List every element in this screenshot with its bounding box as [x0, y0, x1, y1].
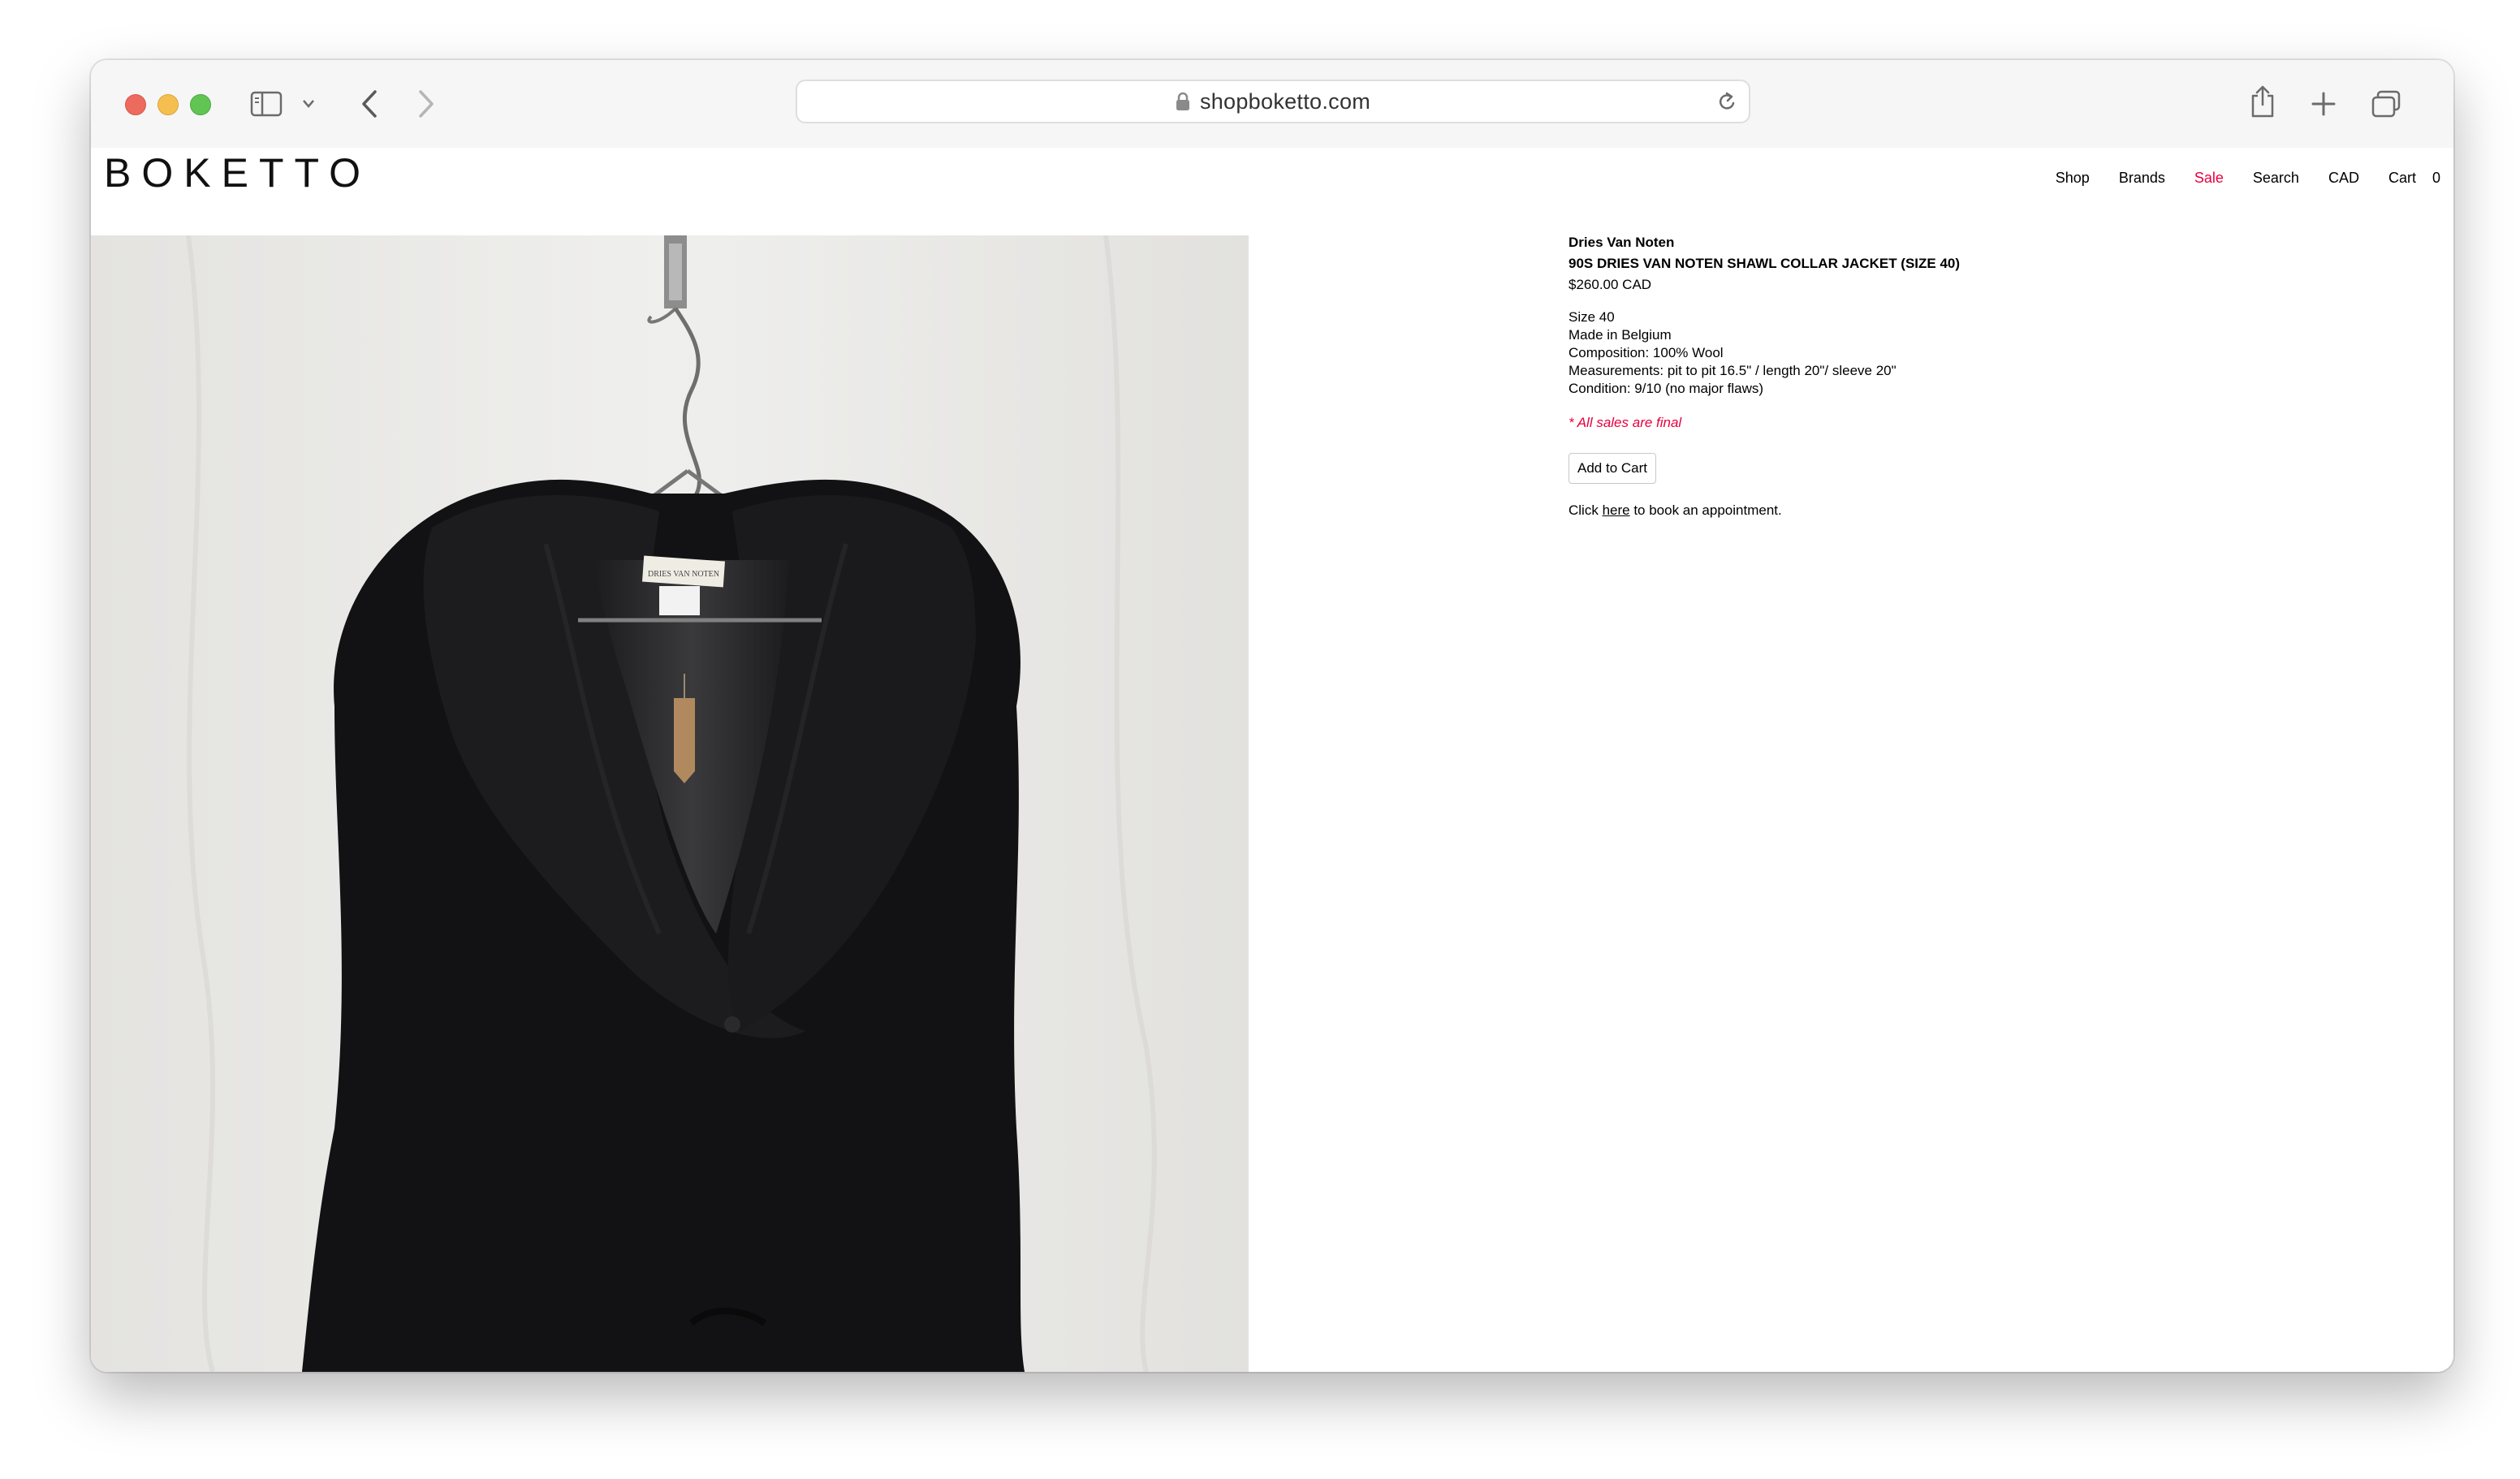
product-brand[interactable]: Dries Van Noten	[1569, 234, 2299, 252]
final-sale-notice: * All sales are final	[1569, 415, 1682, 430]
nav-sale[interactable]: Sale	[2194, 170, 2224, 187]
garment-label-text: DRIES VAN NOTEN	[648, 570, 719, 579]
nav-search[interactable]: Search	[2253, 170, 2299, 187]
product-info: Dries Van Noten 90S DRIES VAN NOTEN SHAW…	[1569, 234, 2299, 520]
close-window-button[interactable]	[125, 94, 146, 115]
jacket-photo: DRIES VAN NOTEN	[91, 235, 1249, 1372]
forward-arrow-icon[interactable]	[416, 89, 437, 119]
product-image[interactable]: DRIES VAN NOTEN	[91, 235, 1249, 1372]
detail-condition: Condition: 9/10 (no major flaws)	[1569, 381, 1764, 396]
detail-size: Size 40	[1569, 309, 1615, 325]
appointment-prefix: Click	[1569, 502, 1603, 518]
chevron-down-icon[interactable]	[302, 99, 315, 109]
appointment-link[interactable]: here	[1603, 502, 1630, 518]
site-logo[interactable]: BOKETTO	[104, 153, 371, 193]
cart-count: 0	[2432, 169, 2440, 186]
nav-cart[interactable]: Cart	[2388, 170, 2416, 187]
url-text: shopboketto.com	[1199, 88, 1371, 114]
product-details: Size 40 Made in Belgium Composition: 100…	[1569, 308, 2299, 398]
browser-toolbar: shopboketto.com	[91, 60, 2453, 149]
tab-overview-icon[interactable]	[2371, 89, 2401, 119]
nav-brands[interactable]: Brands	[2119, 170, 2165, 187]
appointment-suffix: to book an appointment.	[1629, 502, 1782, 518]
back-arrow-icon[interactable]	[359, 89, 380, 119]
zoom-window-button[interactable]	[190, 94, 211, 115]
detail-measurements: Measurements: pit to pit 16.5" / length …	[1569, 363, 1896, 378]
nav-currency[interactable]: CAD	[2328, 170, 2359, 187]
product-title: 90S DRIES VAN NOTEN SHAWL COLLAR JACKET …	[1569, 256, 1961, 271]
web-page: BOKETTO Shop Brands Sale Search CAD Cart…	[91, 148, 2453, 1372]
share-icon[interactable]	[2249, 84, 2276, 119]
detail-composition: Composition: 100% Wool	[1569, 345, 1724, 360]
appointment-text: Click here to book an appointment.	[1569, 502, 2299, 520]
product-price: $260.00 CAD	[1569, 277, 1652, 292]
address-bar[interactable]: shopboketto.com	[796, 80, 1750, 123]
plus-icon[interactable]	[2311, 91, 2337, 117]
sidebar-icon[interactable]	[250, 91, 283, 117]
site-nav: Shop Brands Sale Search CAD Cart 0	[2026, 166, 2440, 190]
browser-window: shopboketto.com BOKETTO Shop Brands Sale	[91, 60, 2453, 1372]
lock-icon	[1176, 92, 1189, 110]
detail-origin: Made in Belgium	[1569, 327, 1672, 343]
minimize-window-button[interactable]	[158, 94, 179, 115]
add-to-cart-button[interactable]: Add to Cart	[1569, 453, 1656, 484]
reload-icon[interactable]	[1716, 91, 1737, 114]
nav-shop[interactable]: Shop	[2056, 170, 2090, 187]
